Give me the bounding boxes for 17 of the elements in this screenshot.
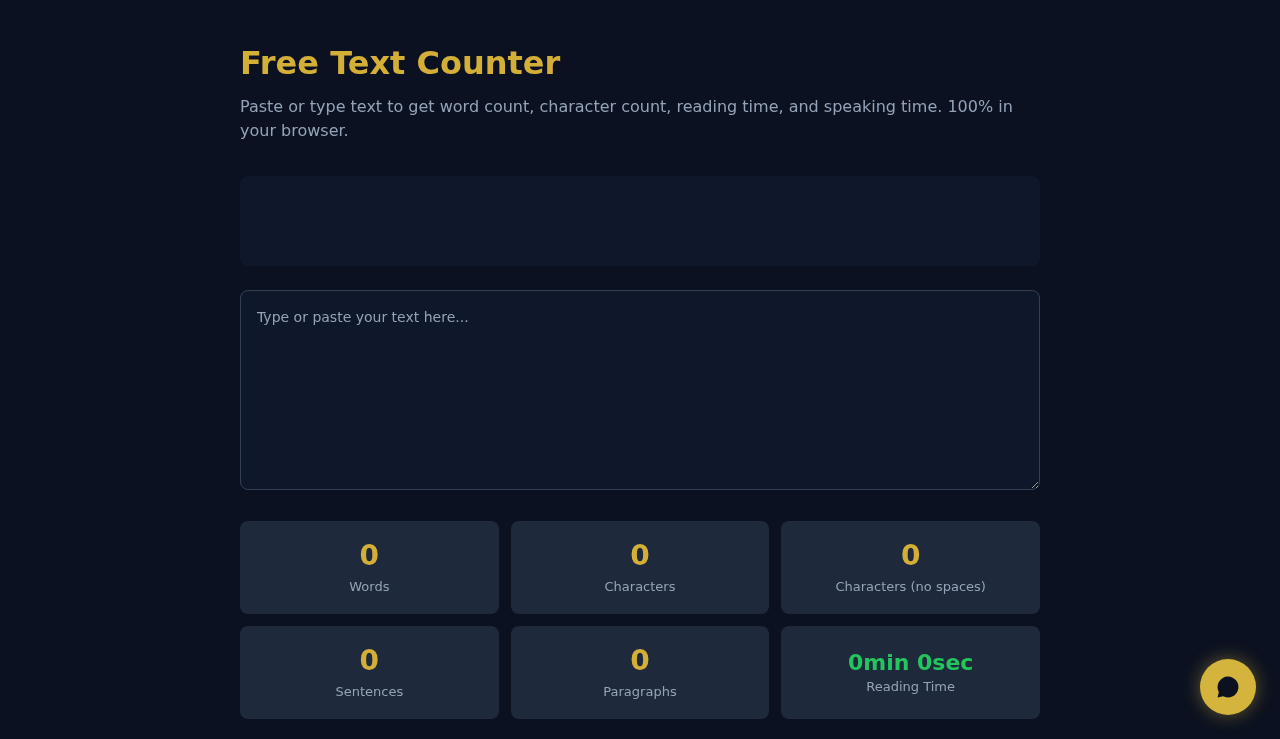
stat-value: 0 <box>359 538 380 573</box>
stat-value: 0 <box>359 643 380 678</box>
text-input[interactable]: Type or paste your text here... <box>240 290 1040 490</box>
stat-label: Characters (no spaces) <box>835 577 986 596</box>
stat-label: Words <box>349 577 390 596</box>
page-title: Free Text Counter <box>240 43 562 83</box>
chat-icon <box>1217 676 1239 698</box>
chat-button[interactable] <box>1200 659 1256 715</box>
page-subtitle: Paste or type text to get word count, character count, reading time, and speaking time. 100% in your browser. <box>240 96 1014 142</box>
stat-label: Reading Time <box>866 677 955 696</box>
stat-label: Sentences <box>335 682 404 701</box>
stat-label: Characters <box>604 577 676 596</box>
stat-value: 0 <box>630 643 650 678</box>
stat-value: 0 <box>630 538 650 573</box>
stat-value: 0 <box>900 538 921 573</box>
stat-value: 0min 0sec <box>847 648 974 677</box>
stat-label: Paragraphs <box>603 682 677 701</box>
